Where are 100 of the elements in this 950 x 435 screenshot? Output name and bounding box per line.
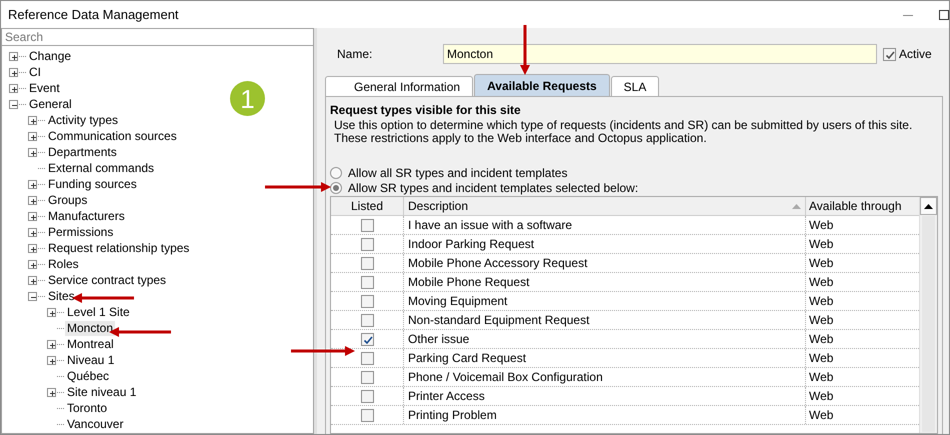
expander-icon[interactable] bbox=[28, 148, 37, 156]
tree-item[interactable]: Departments bbox=[46, 144, 119, 160]
column-header[interactable]: Description bbox=[408, 197, 468, 215]
tree-item[interactable]: Vancouver bbox=[65, 416, 126, 432]
expander-icon[interactable] bbox=[9, 68, 18, 76]
table-cell-text: Web bbox=[809, 407, 834, 424]
table-cell-text: I have an issue with a software bbox=[408, 217, 572, 234]
expander-icon[interactable] bbox=[28, 228, 37, 236]
table-cell-text: Web bbox=[809, 369, 834, 386]
annotation-arrow bbox=[265, 182, 331, 192]
table-cell-text: Printer Access bbox=[408, 388, 485, 405]
window-title: Reference Data Management bbox=[8, 6, 179, 24]
listed-checkbox[interactable] bbox=[360, 294, 374, 308]
tree-item[interactable]: Permissions bbox=[46, 224, 116, 240]
tree-item[interactable]: Activity types bbox=[46, 112, 120, 128]
column-header[interactable]: Available through bbox=[809, 197, 902, 215]
table-cell-text: Indoor Parking Request bbox=[408, 236, 534, 253]
expander-icon[interactable] bbox=[9, 100, 18, 108]
tree-item[interactable]: Toronto bbox=[65, 400, 110, 416]
tab[interactable]: General Information bbox=[325, 76, 474, 96]
listed-checkbox[interactable] bbox=[360, 314, 374, 326]
radio-label: Allow all SR types and incident templates bbox=[348, 164, 568, 182]
table-cell-text: Web bbox=[809, 217, 834, 234]
listed-checkbox[interactable] bbox=[360, 370, 374, 384]
maximize-icon[interactable] bbox=[939, 10, 949, 20]
annotation-arrow bbox=[291, 346, 355, 356]
listed-checkbox[interactable] bbox=[360, 276, 374, 288]
table-cell-text: Web bbox=[809, 236, 834, 253]
column-header[interactable]: Listed bbox=[350, 197, 384, 215]
table-cell-text: Mobile Phone Request bbox=[408, 274, 530, 291]
tab[interactable]: Available Requests bbox=[474, 74, 610, 96]
name-label: Name: bbox=[336, 46, 374, 63]
tree-item[interactable]: Site niveau 1 bbox=[65, 384, 138, 400]
tree-item[interactable]: External commands bbox=[46, 160, 156, 176]
expander-icon[interactable] bbox=[28, 212, 37, 220]
caret-up-icon bbox=[924, 204, 933, 208]
tree-item[interactable]: Event bbox=[27, 80, 62, 96]
expander-icon[interactable] bbox=[28, 132, 37, 140]
active-label: Active bbox=[899, 46, 932, 63]
expander-icon[interactable] bbox=[28, 260, 37, 268]
tree-item[interactable]: Manufacturers bbox=[46, 208, 127, 224]
expander-icon[interactable] bbox=[28, 292, 37, 300]
active-checkbox[interactable] bbox=[883, 48, 896, 60]
table-cell-text: Phone / Voicemail Box Configuration bbox=[408, 369, 603, 386]
expander-icon[interactable] bbox=[47, 340, 56, 348]
table-cell-text: Web bbox=[809, 255, 834, 272]
expander-icon[interactable] bbox=[47, 308, 56, 316]
table-cell-text: Web bbox=[809, 312, 834, 329]
expander-icon[interactable] bbox=[28, 276, 37, 284]
listed-checkbox[interactable] bbox=[360, 332, 374, 346]
tree-item[interactable]: Niveau 1 bbox=[65, 352, 116, 368]
section-title: Request types visible for this site bbox=[330, 102, 522, 119]
expander-icon[interactable] bbox=[28, 196, 37, 204]
tree-item[interactable]: General bbox=[27, 96, 74, 112]
search-field[interactable]: Search bbox=[1, 28, 314, 46]
tree-item[interactable]: Québec bbox=[65, 368, 112, 384]
tree-item[interactable]: Communication sources bbox=[46, 128, 179, 144]
expander-icon[interactable] bbox=[47, 388, 56, 396]
listed-checkbox[interactable] bbox=[360, 390, 374, 402]
tree-item[interactable]: Funding sources bbox=[46, 176, 139, 192]
expander-icon[interactable] bbox=[28, 116, 37, 124]
table-cell-text: Web bbox=[809, 388, 834, 405]
tab[interactable]: SLA bbox=[610, 76, 660, 96]
table-cell-text: Moving Equipment bbox=[408, 293, 508, 310]
tree-item[interactable]: Sites bbox=[46, 288, 77, 304]
radio-button[interactable] bbox=[330, 182, 342, 194]
tree-item[interactable]: CI bbox=[27, 64, 43, 80]
scrollbar-thumb[interactable] bbox=[922, 216, 935, 432]
tree-item[interactable]: Change bbox=[27, 48, 74, 64]
listed-checkbox[interactable] bbox=[360, 238, 374, 250]
listed-checkbox[interactable] bbox=[360, 352, 374, 364]
expander-icon[interactable] bbox=[9, 84, 18, 92]
annotation-arrow bbox=[72, 293, 134, 303]
description-text: These restrictions apply to the Web interface and Octopus application. bbox=[333, 132, 707, 145]
tree-item[interactable]: Roles bbox=[46, 256, 81, 272]
table-cell-text: Web bbox=[809, 350, 834, 367]
tree-item[interactable]: Moncton bbox=[65, 320, 116, 336]
table-cell-text: Web bbox=[809, 331, 834, 348]
table-cell-text: Web bbox=[809, 293, 834, 310]
table-cell-text: Other issue bbox=[408, 331, 470, 348]
expander-icon[interactable] bbox=[28, 244, 37, 252]
radio-button[interactable] bbox=[330, 166, 342, 178]
expander-icon[interactable] bbox=[47, 356, 56, 364]
table-cell-text: Web bbox=[809, 274, 834, 291]
expander-icon[interactable] bbox=[9, 52, 18, 60]
listed-checkbox[interactable] bbox=[360, 218, 374, 232]
name-field[interactable]: Moncton bbox=[443, 44, 877, 64]
tree-item[interactable]: Service contract types bbox=[46, 272, 168, 288]
radio-label: Allow SR types and incident templates selected below: bbox=[348, 180, 638, 196]
tree-item[interactable]: Montreal bbox=[65, 336, 116, 352]
table-cell-text: Non-standard Equipment Request bbox=[408, 312, 590, 329]
listed-checkbox[interactable] bbox=[360, 408, 374, 422]
expander-icon[interactable] bbox=[28, 180, 37, 188]
tree-item[interactable]: Level 1 Site bbox=[65, 304, 132, 320]
tree-item[interactable]: Request relationship types bbox=[46, 240, 192, 256]
scroll-up-button[interactable] bbox=[920, 197, 937, 215]
annotation-arrow bbox=[520, 25, 530, 75]
tree-item[interactable]: Groups bbox=[46, 192, 90, 208]
listed-checkbox[interactable] bbox=[360, 256, 374, 270]
table-cell-text: Mobile Phone Accessory Request bbox=[408, 255, 588, 272]
